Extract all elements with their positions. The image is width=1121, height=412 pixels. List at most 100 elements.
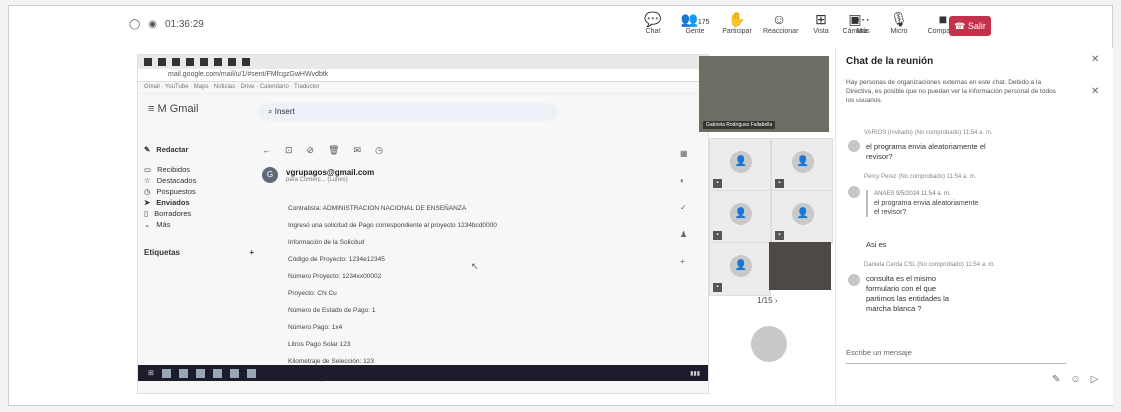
chat-panel: Chat de la reunión ✕ Hay personas de org… [835,48,1113,405]
tab-icon[interactable] [200,58,208,66]
mouse-cursor-icon: ↖ [471,261,479,271]
gmail-logo[interactable]: ≡ M Gmail [148,103,198,115]
participant-tile[interactable]: 👤 ▪ [771,190,833,244]
avatar: G [262,167,278,183]
email-line: Contratista: ADMINISTRACION NACIONAL DE … [288,205,467,212]
tab-icon[interactable] [242,58,250,66]
raise-hand-label: Participar [722,28,752,35]
snooze-icon[interactable]: ◷ [375,145,383,156]
message-meta: VARIOS (Invitado) (No comprobado) 11:54 … [864,130,993,136]
grid-icon: ⊞ [815,11,827,27]
archive-icon[interactable]: ⊡ [285,145,293,156]
user-icon: 👤 [792,203,814,225]
participant-tile[interactable]: 👤 ▪ [771,138,833,192]
tiles-pager[interactable]: 1/15 › [757,296,777,305]
browser-tabs [138,55,708,69]
keep-icon[interactable]: ◐ [680,176,688,185]
word-icon[interactable] [246,368,256,378]
explorer-icon[interactable] [212,368,222,378]
plus-icon[interactable]: + [680,257,688,266]
camera-button[interactable]: ▣ Cámara [839,10,871,35]
raise-hand-button[interactable]: ✋ Participar [721,10,753,35]
people-icon: 👥175 [680,11,710,27]
gmail-side-apps: ▦ ◐ ✓ ♟ + [680,149,688,266]
email-body: Contratista: ADMINISTRACION NACIONAL DE … [288,205,497,392]
delete-icon[interactable]: 🗑 [328,145,339,156]
sidebar-item-drafts[interactable]: ▯ Borradores [144,208,254,219]
labels-title: Etiquetas [144,248,181,257]
email-line: Número Proyecto: 1234xx00002 [288,273,382,280]
sidebar-item-sent[interactable]: ➤ Enviados [144,197,254,208]
contacts-icon[interactable]: ♟ [680,230,688,239]
video-featured[interactable]: Gabriela Rodríguez Fallabella [699,56,829,132]
clock-icon: ◷ [144,187,151,196]
message-meta: Daniela Cerda CSL (No comprobado) 11:54 … [864,262,996,268]
sidebar-item-label: Recibidos [157,165,191,174]
record-icon: ◉ [148,19,157,30]
chat-title: Chat de la reunión [846,56,934,67]
pager-label: 1/15 [757,296,773,305]
sidebar-item-label: Borradores [154,209,192,218]
back-icon[interactable]: ← [262,145,271,156]
format-icon[interactable]: ✎ [1052,374,1060,385]
tab-icon[interactable] [186,58,194,66]
mic-icon: 🎙 [890,11,908,27]
emoji-icon[interactable]: ☺ [1070,374,1080,385]
sidebar-item-more[interactable]: ⌄ Más [144,219,254,230]
camera-label: Cámara [842,28,868,35]
calendar-icon[interactable]: ▦ [680,149,688,158]
sidebar-item-snoozed[interactable]: ◷ Pospuestos [144,186,254,197]
chat-icon: 💬 [644,11,662,27]
camera-icon: ▣ [848,11,862,27]
close-icon[interactable]: ✕ [1091,54,1099,65]
compose-button[interactable]: ✎ Redactar [144,145,254,154]
mic-button[interactable]: 🎙 Micro [883,10,915,35]
tab-icon[interactable] [158,58,166,66]
tab-icon[interactable] [144,58,152,66]
plus-icon[interactable]: + [249,248,254,257]
participant-video[interactable] [769,242,831,290]
people-button[interactable]: 👥175 Gente [679,10,711,35]
email-line: Ingresó una solicitud de Pago correspond… [288,222,497,229]
tab-icon[interactable] [228,58,236,66]
user-icon: 👤 [730,203,752,225]
chat-button[interactable]: 💬 Chat [637,10,669,35]
mark-unread-icon[interactable]: ✉ [354,145,362,156]
participant-name: Gabriela Rodríguez Fallabella [703,121,776,129]
chrome-icon[interactable] [178,368,188,378]
teams-window: ◯ ◉ 01:36:29 💬 Chat 👥175 Gente ✋ Partici… [8,5,1113,406]
bookmarks-bar: Gmail · YouTube · Maps · Noticias · Driv… [138,82,708,94]
user-icon: 👤 [730,151,752,173]
tab-icon[interactable] [172,58,180,66]
view-button[interactable]: ⊞ Vista [805,10,837,35]
chevron-right-icon[interactable]: › [775,296,778,305]
participant-tile[interactable]: 👤 ▪ [709,242,771,296]
search-icon[interactable] [161,368,171,378]
chat-message: el programa envia aleatoriamente el revi… [866,142,986,161]
start-icon[interactable]: ⊞ [148,369,154,377]
react-button[interactable]: ☺ Reaccionar [763,10,798,35]
message-input[interactable]: Escribe un mensaje [846,348,1066,364]
quoted-message: ANAES 9/5/2024 11:54 a. m. el programa e… [866,190,984,217]
address-bar[interactable]: mail.google.com/mail/u/1/#sent/FMfcgzGwH… [138,69,708,82]
meeting-topbar: ◯ ◉ 01:36:29 💬 Chat 👥175 Gente ✋ Partici… [9,6,1112,48]
leave-button[interactable]: ☎ Salir [949,16,991,36]
tasks-icon[interactable]: ✓ [680,203,688,212]
phone-icon: ☎ [954,21,966,31]
sender-subline: para Comerc... (Lunes) [286,176,348,183]
sidebar-item-inbox[interactable]: ▭ Recibidos [144,164,254,175]
excel-icon[interactable] [229,368,239,378]
send-icon[interactable]: ▷ [1091,374,1099,385]
external-notice: Hay personas de organizaciones externas … [846,79,1056,104]
close-icon[interactable]: ✕ [1091,86,1099,97]
sidebar-item-starred[interactable]: ☆ Destacados [144,175,254,186]
tab-icon[interactable] [214,58,222,66]
report-icon[interactable]: ⊘ [307,145,315,156]
participant-tile[interactable]: 👤 ▪ [709,190,771,244]
gmail-logo-text: Gmail [169,103,199,115]
menu-icon[interactable]: ≡ [148,103,154,115]
mic-off-icon: ▪ [775,231,784,240]
teams-icon[interactable] [195,368,205,378]
participant-tile[interactable]: 👤 ▪ [709,138,771,192]
search-input[interactable]: ⌕ Insert [258,103,558,121]
